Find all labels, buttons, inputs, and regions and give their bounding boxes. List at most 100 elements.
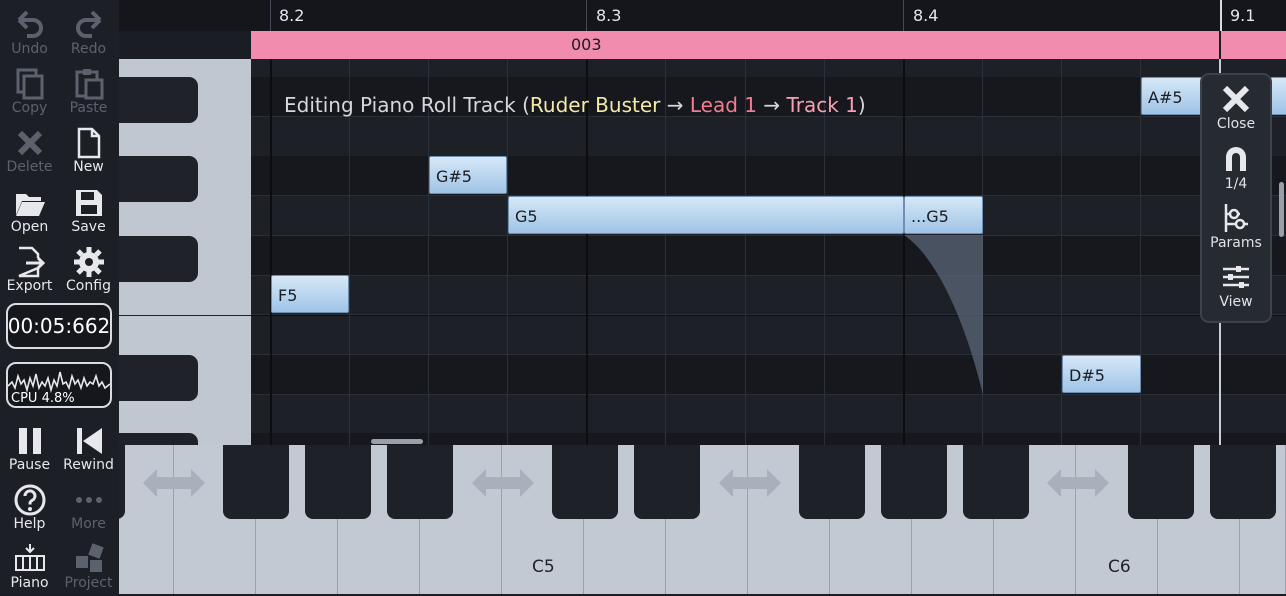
close-icon bbox=[1222, 85, 1250, 113]
key-label-c5: C5 bbox=[532, 557, 555, 577]
horizontal-scrollbar[interactable] bbox=[371, 439, 423, 444]
note-f5[interactable]: F5 bbox=[271, 275, 349, 313]
note-d-sharp-5[interactable]: D#5 bbox=[1062, 355, 1141, 393]
redo-icon bbox=[75, 10, 101, 38]
cpu-meter: CPU 4.8% bbox=[6, 362, 112, 408]
ruler-tick bbox=[586, 0, 587, 31]
undo-button[interactable]: Undo bbox=[0, 4, 59, 62]
instrument-name: Lead 1 bbox=[689, 93, 757, 117]
playback-time: 00:05:662 bbox=[6, 303, 112, 349]
pitch-bend-curve[interactable] bbox=[904, 235, 983, 395]
rewind-button[interactable]: Rewind bbox=[59, 420, 118, 478]
ruler-tick bbox=[270, 0, 271, 31]
black-key[interactable] bbox=[881, 445, 947, 519]
paste-button[interactable]: Paste bbox=[59, 63, 118, 121]
black-key[interactable] bbox=[1128, 445, 1194, 519]
config-button[interactable]: Config bbox=[59, 241, 118, 299]
ruler-label-8-4: 8.4 bbox=[913, 6, 939, 25]
vertical-piano-keys[interactable] bbox=[119, 59, 251, 445]
close-button[interactable]: Close bbox=[1202, 77, 1270, 135]
project-icon bbox=[75, 543, 104, 572]
timeline-ruler[interactable]: 8.2 8.3 8.4 9.1 bbox=[119, 0, 1286, 31]
swipe-arrow-icon bbox=[472, 469, 534, 497]
cpu-label: CPU 4.8% bbox=[11, 391, 75, 406]
rewind-icon bbox=[76, 428, 102, 454]
params-icon bbox=[1224, 204, 1248, 232]
ruler-label-8-2: 8.2 bbox=[279, 6, 305, 25]
grid-row bbox=[251, 394, 1286, 434]
ruler-tick bbox=[1220, 0, 1222, 31]
key-label-c6: C6 bbox=[1108, 557, 1131, 577]
note-g-sharp-5[interactable]: G#5 bbox=[429, 156, 507, 194]
piano-icon bbox=[14, 544, 45, 571]
grid-row bbox=[251, 315, 1286, 355]
snap-button[interactable]: 1/4 bbox=[1202, 137, 1270, 195]
new-button[interactable]: New bbox=[59, 122, 118, 180]
delete-icon bbox=[17, 130, 42, 156]
black-key[interactable] bbox=[119, 236, 198, 282]
sliders-icon bbox=[1223, 266, 1249, 288]
folder-open-icon bbox=[15, 194, 45, 216]
black-key[interactable] bbox=[799, 445, 865, 519]
grid-row bbox=[251, 275, 1286, 315]
note-a-sharp-5-tail[interactable] bbox=[1270, 77, 1286, 115]
magnet-icon bbox=[1226, 147, 1246, 171]
swipe-arrow-icon bbox=[143, 469, 205, 497]
pause-button[interactable]: Pause bbox=[0, 420, 59, 478]
piano-roll-tool-panel: Close 1/4 Params View bbox=[1200, 73, 1272, 323]
paste-icon bbox=[75, 69, 103, 100]
params-button[interactable]: Params bbox=[1202, 196, 1270, 254]
clip-name: 003 bbox=[571, 35, 602, 54]
ruler-label-9-1: 9.1 bbox=[1230, 6, 1256, 25]
black-key[interactable] bbox=[552, 445, 618, 519]
pause-icon bbox=[18, 428, 41, 454]
redo-button[interactable]: Redo bbox=[59, 4, 118, 62]
playhead-marker bbox=[1219, 31, 1221, 59]
copy-icon bbox=[16, 68, 43, 100]
gear-icon bbox=[73, 247, 104, 277]
ruler-tick bbox=[903, 0, 904, 31]
save-icon bbox=[75, 190, 102, 216]
black-key[interactable] bbox=[119, 433, 198, 445]
main-toolbar: Undo Redo Copy Paste Delete New Open Sav… bbox=[0, 0, 119, 594]
view-button[interactable]: View bbox=[1202, 255, 1270, 313]
black-key[interactable] bbox=[634, 445, 700, 519]
black-key[interactable] bbox=[1210, 445, 1276, 519]
black-key[interactable] bbox=[387, 445, 453, 519]
more-button[interactable]: More bbox=[59, 479, 118, 537]
note-g5[interactable]: G5 bbox=[508, 196, 904, 234]
key-divider bbox=[119, 315, 251, 316]
black-key[interactable] bbox=[119, 77, 198, 123]
undo-icon bbox=[17, 10, 43, 38]
beat-line bbox=[270, 59, 272, 445]
black-key[interactable] bbox=[223, 445, 289, 519]
editing-track-title: Editing Piano Roll Track (Ruder Buster →… bbox=[284, 93, 866, 117]
clip-bar[interactable]: 003 bbox=[251, 31, 1286, 59]
project-view-button[interactable]: Project bbox=[59, 538, 118, 596]
more-dots-icon bbox=[75, 497, 102, 503]
new-file-icon bbox=[77, 127, 100, 159]
horizontal-piano-keyboard[interactable]: C5 C6 bbox=[119, 445, 1286, 594]
grid-row bbox=[251, 156, 1286, 196]
piano-roll-grid[interactable]: Editing Piano Roll Track (Ruder Buster →… bbox=[251, 59, 1286, 445]
help-icon bbox=[14, 484, 45, 516]
copy-button[interactable]: Copy bbox=[0, 63, 59, 121]
export-icon bbox=[18, 246, 45, 278]
export-button[interactable]: Export bbox=[0, 241, 59, 299]
black-key[interactable] bbox=[305, 445, 371, 519]
grid-row bbox=[251, 236, 1286, 276]
open-button[interactable]: Open bbox=[0, 182, 59, 240]
black-key[interactable] bbox=[119, 445, 125, 519]
help-button[interactable]: Help bbox=[0, 479, 59, 537]
black-key[interactable] bbox=[963, 445, 1029, 519]
vertical-scrollbar[interactable] bbox=[1279, 182, 1284, 237]
save-button[interactable]: Save bbox=[59, 182, 118, 240]
swipe-arrow-icon bbox=[1047, 469, 1109, 497]
black-key[interactable] bbox=[119, 156, 198, 202]
swipe-arrow-icon bbox=[719, 469, 781, 497]
song-name: Ruder Buster bbox=[529, 93, 661, 117]
note-g5-continued[interactable]: ...G5 bbox=[904, 196, 983, 234]
delete-button[interactable]: Delete bbox=[0, 122, 59, 180]
black-key[interactable] bbox=[119, 355, 198, 401]
piano-view-button[interactable]: Piano bbox=[0, 538, 59, 596]
